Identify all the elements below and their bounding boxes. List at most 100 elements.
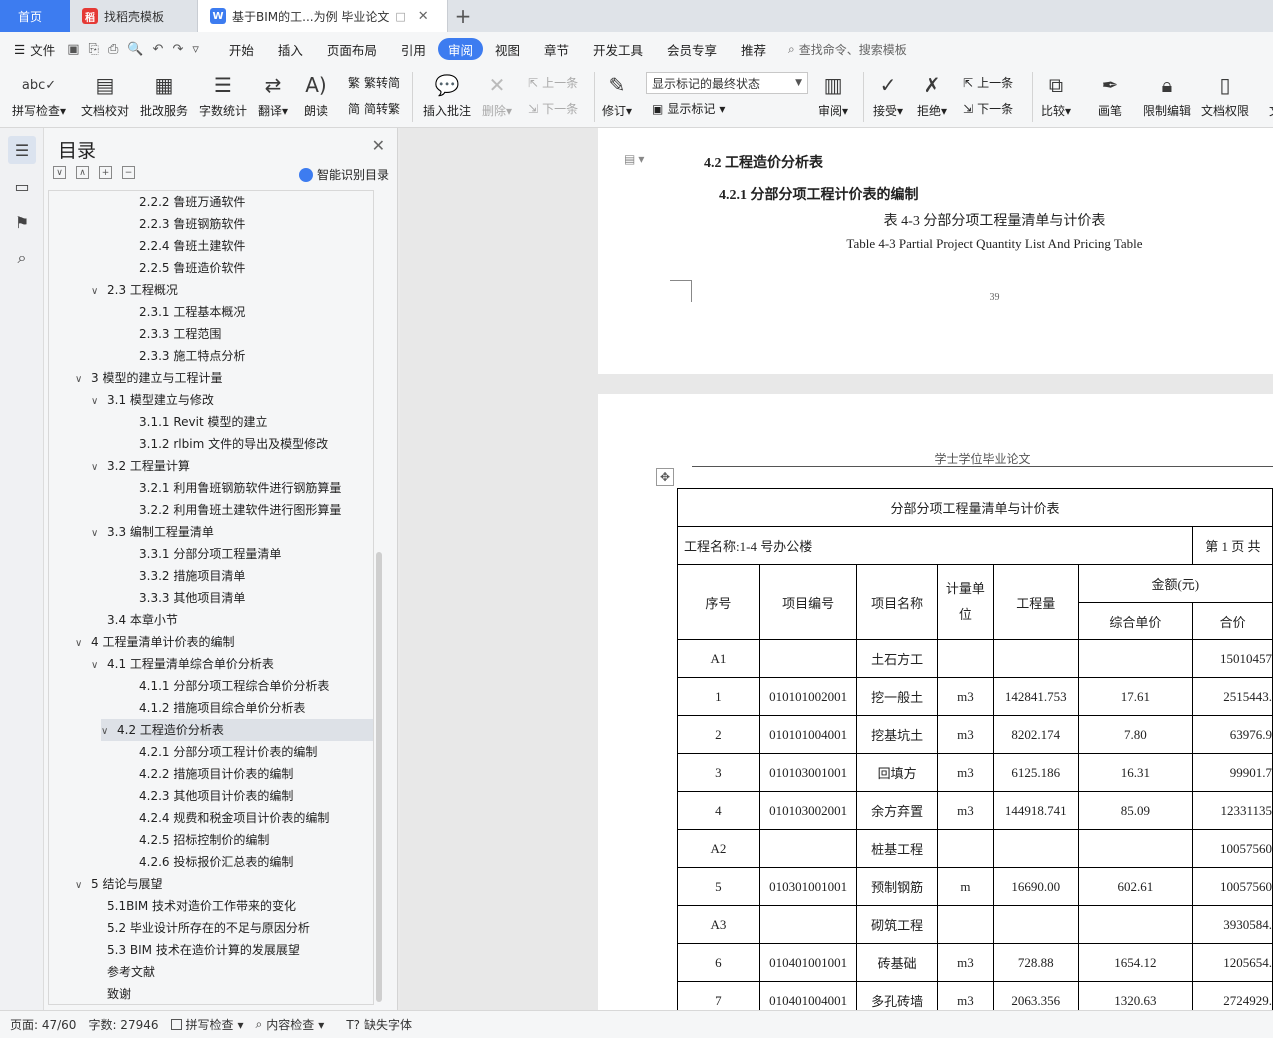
toc-item[interactable]: 3.2.1 利用鲁班钢筋软件进行钢筋算量 bbox=[139, 477, 341, 499]
collapse-all-icon[interactable]: ∧ bbox=[76, 166, 89, 179]
accept-button[interactable]: ✓ 接受▾ bbox=[873, 70, 903, 119]
document-mark-icon[interactable]: ▤ ▾ bbox=[624, 152, 644, 167]
toc-item[interactable]: ∨ 3 模型的建立与工程计量 bbox=[75, 367, 222, 389]
toc-item[interactable]: 5.3 BIM 技术在造价计算的发展展望 bbox=[107, 939, 300, 961]
word-count[interactable]: 字数: 27946 bbox=[88, 1016, 158, 1033]
toc-item[interactable]: 2.2.5 鲁班造价软件 bbox=[139, 257, 245, 279]
toc-item[interactable]: ∨ 3.3 编制工程量清单 bbox=[91, 521, 214, 543]
toc-item[interactable]: 3.1.2 rlbim 文件的导出及模型修改 bbox=[139, 433, 328, 455]
chevron-down-icon[interactable]: ∨ bbox=[91, 655, 107, 677]
close-tab-icon[interactable]: ✕ bbox=[418, 9, 429, 24]
chapter-nav-icon[interactable]: ▭ bbox=[8, 172, 36, 200]
pin-icon[interactable]: □ bbox=[395, 10, 405, 23]
toc-item[interactable]: 2.2.3 鲁班钢筋软件 bbox=[139, 213, 245, 235]
toc-item[interactable]: 3.2.2 利用鲁班土建软件进行图形算量 bbox=[139, 499, 341, 521]
toc-item[interactable]: 2.3.3 工程范围 bbox=[139, 323, 221, 345]
toc-item[interactable]: ∨ 5 结论与展望 bbox=[75, 873, 162, 895]
menu-reference[interactable]: 引用 bbox=[389, 38, 438, 60]
toc-item[interactable]: 4.2.3 其他项目计价表的编制 bbox=[139, 785, 293, 807]
tab-home[interactable]: 首页 bbox=[0, 0, 70, 32]
toc-item[interactable]: 5.1BIM 技术对造价工作带来的变化 bbox=[107, 895, 296, 917]
toc-pane-icon[interactable]: ☰ bbox=[8, 136, 36, 164]
compare-button[interactable]: ⧉ 比较▾ bbox=[1041, 70, 1071, 119]
word-count-button[interactable]: ☰ 字数统计 bbox=[199, 70, 247, 119]
smart-toc-button[interactable]: 智能识别目录 bbox=[298, 166, 389, 183]
doc-proof-button[interactable]: ▤ 文档校对 bbox=[81, 70, 129, 119]
content-check-status[interactable]: ⌕ 内容检查 ▾ bbox=[256, 1016, 325, 1033]
remove-heading-icon[interactable]: − bbox=[122, 166, 135, 179]
menu-review[interactable]: 审阅 bbox=[437, 38, 483, 60]
doc-rights-button[interactable]: ▯ 文档权限 bbox=[1201, 70, 1249, 119]
new-tab-button[interactable]: + bbox=[448, 0, 478, 32]
tab-document[interactable]: W 基于BIM的工...为例 毕业论文 □ ✕ bbox=[198, 0, 448, 32]
toc-item[interactable]: ∨ 2.3 工程概况 bbox=[91, 279, 178, 301]
toc-item[interactable]: 4.2.4 规费和税金项目计价表的编制 bbox=[139, 807, 329, 829]
toc-item-selected[interactable]: ∨ 4.2 工程造价分析表 bbox=[101, 719, 373, 741]
chevron-down-icon[interactable]: ∨ bbox=[91, 391, 107, 413]
table-move-handle-icon[interactable]: ✥ bbox=[656, 468, 674, 486]
translate-button[interactable]: ⇄ 翻译▾ bbox=[258, 70, 288, 119]
review-pane-button[interactable]: ▥ 审阅▾ bbox=[818, 70, 848, 119]
show-markup-button[interactable]: ▣ 显示标记 ▾ bbox=[652, 100, 725, 117]
chevron-down-icon[interactable]: ∨ bbox=[75, 369, 91, 391]
menu-insert[interactable]: 插入 bbox=[266, 38, 315, 60]
toc-item[interactable]: 3.1.1 Revit 模型的建立 bbox=[139, 411, 268, 433]
print-preview-icon[interactable]: 🔍 bbox=[127, 42, 143, 57]
chevron-down-icon[interactable]: ∨ bbox=[75, 633, 91, 655]
toc-item[interactable]: 4.2.6 投标报价汇总表的编制 bbox=[139, 851, 293, 873]
toc-item[interactable]: 3.3.3 其他项目清单 bbox=[139, 587, 245, 609]
file-menu[interactable]: ☰ 文件 bbox=[14, 40, 55, 59]
chevron-down-icon[interactable]: ∨ bbox=[91, 281, 107, 303]
spell-check-status[interactable]: 拼写检查 ▾ bbox=[170, 1016, 244, 1033]
annotate-service-button[interactable]: ▦ 批改服务 bbox=[140, 70, 188, 119]
menu-view[interactable]: 视图 bbox=[483, 38, 532, 60]
expand-all-icon[interactable]: ∨ bbox=[53, 166, 66, 179]
customize-icon[interactable]: ▿ bbox=[192, 42, 199, 57]
toc-item[interactable]: 3.3.1 分部分项工程量清单 bbox=[139, 543, 281, 565]
to-simplified-button[interactable]: 简 简转繁 bbox=[348, 100, 400, 117]
toc-item[interactable]: 3.3.2 措施项目清单 bbox=[139, 565, 245, 587]
toc-item[interactable]: 2.2.2 鲁班万通软件 bbox=[139, 191, 245, 213]
search-icon[interactable]: ⌕ bbox=[8, 244, 36, 272]
toc-item[interactable]: 4.2.1 分部分项工程计价表的编制 bbox=[139, 741, 317, 763]
delete-comment-button[interactable]: ✕ 删除▾ bbox=[482, 70, 512, 119]
chevron-down-icon[interactable]: ∨ bbox=[101, 721, 117, 743]
bookmark-icon[interactable]: ⚑ bbox=[8, 208, 36, 236]
insert-comment-button[interactable]: 💬 插入批注 bbox=[423, 70, 471, 119]
chevron-down-icon[interactable]: ∨ bbox=[91, 457, 107, 479]
toc-item[interactable]: ∨ 3.2 工程量计算 bbox=[91, 455, 190, 477]
toc-item[interactable]: ∨ 4.1 工程量清单综合单价分析表 bbox=[91, 653, 274, 675]
spell-check-button[interactable]: abc✓ 拼写检查▾ bbox=[12, 70, 66, 119]
menu-start[interactable]: 开始 bbox=[217, 38, 266, 60]
menu-chapter[interactable]: 章节 bbox=[532, 38, 581, 60]
toc-item[interactable]: 4.1.1 分部分项工程综合单价分析表 bbox=[139, 675, 329, 697]
prev-change-button[interactable]: ⇱ 上一条 bbox=[963, 74, 1013, 91]
next-comment-button[interactable]: ⇲ 下一条 bbox=[528, 100, 578, 117]
export-pdf-icon[interactable]: ⎘ bbox=[89, 42, 99, 57]
menu-layout[interactable]: 页面布局 bbox=[315, 38, 389, 60]
tab-template[interactable]: 稻 找稻壳模板 bbox=[70, 0, 198, 32]
toc-item[interactable]: 4.1.2 措施项目综合单价分析表 bbox=[139, 697, 305, 719]
toc-item[interactable]: 2.3.1 工程基本概况 bbox=[139, 301, 245, 323]
toc-scrollbar[interactable] bbox=[376, 552, 382, 1002]
restrict-edit-button[interactable]: 🔒︎ 限制编辑 bbox=[1143, 70, 1191, 119]
reject-button[interactable]: ✗ 拒绝▾ bbox=[917, 70, 947, 119]
missing-font-status[interactable]: T? 缺失字体 bbox=[346, 1016, 412, 1033]
toc-item[interactable]: ∨ 4 工程量清单计价表的编制 bbox=[75, 631, 234, 653]
chevron-down-icon[interactable]: ∨ bbox=[75, 875, 91, 897]
toc-item[interactable]: 3.4 本章小节 bbox=[107, 609, 178, 631]
toc-item[interactable]: 4.2.2 措施项目计价表的编制 bbox=[139, 763, 293, 785]
add-heading-icon[interactable]: + bbox=[99, 166, 112, 179]
toc-item[interactable]: 2.2.4 鲁班土建软件 bbox=[139, 235, 245, 257]
menu-developer[interactable]: 开发工具 bbox=[581, 38, 655, 60]
close-icon[interactable]: ✕ bbox=[372, 136, 385, 155]
toc-item[interactable]: 参考文献 bbox=[107, 961, 155, 983]
redo-icon[interactable]: ↷ bbox=[172, 42, 183, 57]
menu-recommend[interactable]: 推荐 bbox=[729, 38, 778, 60]
chevron-down-icon[interactable]: ∨ bbox=[91, 523, 107, 545]
markup-state-select[interactable]: 显示标记的最终状态 ▼ bbox=[646, 72, 808, 94]
read-aloud-button[interactable]: A) 朗读 bbox=[302, 70, 330, 119]
to-traditional-button[interactable]: 繁 繁转简 bbox=[348, 74, 400, 91]
prev-comment-button[interactable]: ⇱ 上一条 bbox=[528, 74, 578, 91]
command-search[interactable]: ⌕ 查找命令、搜索模板 bbox=[788, 41, 907, 58]
